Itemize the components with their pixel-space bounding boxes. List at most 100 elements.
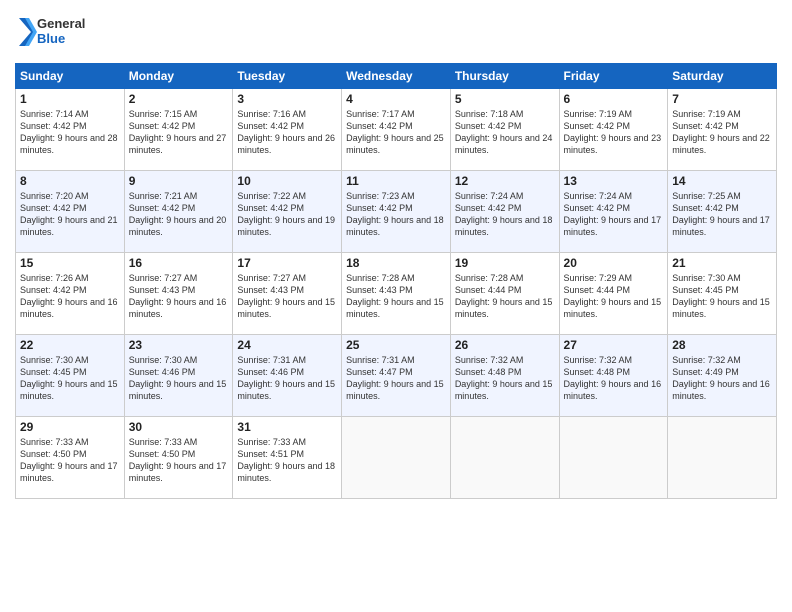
day-number: 24 bbox=[237, 338, 337, 352]
day-info: Sunrise: 7:33 AMSunset: 4:50 PMDaylight:… bbox=[20, 436, 120, 485]
calendar-cell bbox=[450, 417, 559, 499]
calendar-cell: 31 Sunrise: 7:33 AMSunset: 4:51 PMDayligh… bbox=[233, 417, 342, 499]
day-number: 20 bbox=[564, 256, 664, 270]
calendar-cell: 13 Sunrise: 7:24 AMSunset: 4:42 PMDayligh… bbox=[559, 171, 668, 253]
day-info: Sunrise: 7:30 AMSunset: 4:45 PMDaylight:… bbox=[672, 272, 772, 321]
weekday-header: Thursday bbox=[450, 64, 559, 89]
day-number: 16 bbox=[129, 256, 229, 270]
day-info: Sunrise: 7:27 AMSunset: 4:43 PMDaylight:… bbox=[129, 272, 229, 321]
calendar-cell: 23 Sunrise: 7:30 AMSunset: 4:46 PMDayligh… bbox=[124, 335, 233, 417]
day-info: Sunrise: 7:29 AMSunset: 4:44 PMDaylight:… bbox=[564, 272, 664, 321]
day-info: Sunrise: 7:26 AMSunset: 4:42 PMDaylight:… bbox=[20, 272, 120, 321]
day-info: Sunrise: 7:20 AMSunset: 4:42 PMDaylight:… bbox=[20, 190, 120, 239]
calendar-cell: 20 Sunrise: 7:29 AMSunset: 4:44 PMDayligh… bbox=[559, 253, 668, 335]
day-info: Sunrise: 7:19 AMSunset: 4:42 PMDaylight:… bbox=[564, 108, 664, 157]
day-number: 31 bbox=[237, 420, 337, 434]
day-info: Sunrise: 7:31 AMSunset: 4:47 PMDaylight:… bbox=[346, 354, 446, 403]
calendar-cell: 9Sunrise: 7:21 AMSunset: 4:42 PMDaylight… bbox=[124, 171, 233, 253]
day-info: Sunrise: 7:15 AMSunset: 4:42 PMDaylight:… bbox=[129, 108, 229, 157]
day-info: Sunrise: 7:28 AMSunset: 4:43 PMDaylight:… bbox=[346, 272, 446, 321]
day-number: 3 bbox=[237, 92, 337, 106]
day-number: 9 bbox=[129, 174, 229, 188]
day-number: 2 bbox=[129, 92, 229, 106]
calendar-cell: 19 Sunrise: 7:28 AMSunset: 4:44 PMDayligh… bbox=[450, 253, 559, 335]
day-number: 28 bbox=[672, 338, 772, 352]
day-number: 11 bbox=[346, 174, 446, 188]
day-info: Sunrise: 7:25 AMSunset: 4:42 PMDaylight:… bbox=[672, 190, 772, 239]
calendar-cell: 25 Sunrise: 7:31 AMSunset: 4:47 PMDayligh… bbox=[342, 335, 451, 417]
day-number: 17 bbox=[237, 256, 337, 270]
logo: General Blue bbox=[15, 10, 95, 55]
day-number: 15 bbox=[20, 256, 120, 270]
day-number: 8 bbox=[20, 174, 120, 188]
day-info: Sunrise: 7:24 AMSunset: 4:42 PMDaylight:… bbox=[564, 190, 664, 239]
weekday-header: Friday bbox=[559, 64, 668, 89]
weekday-header: Sunday bbox=[16, 64, 125, 89]
day-number: 1 bbox=[20, 92, 120, 106]
calendar-cell: 17 Sunrise: 7:27 AMSunset: 4:43 PMDayligh… bbox=[233, 253, 342, 335]
calendar-week-row: 1 Sunrise: 7:14 AMSunset: 4:42 PMDaylight… bbox=[16, 89, 777, 171]
day-info: Sunrise: 7:33 AMSunset: 4:51 PMDaylight:… bbox=[237, 436, 337, 485]
calendar-cell: 27Sunrise: 7:32 AMSunset: 4:48 PMDayligh… bbox=[559, 335, 668, 417]
calendar-cell: 1 Sunrise: 7:14 AMSunset: 4:42 PMDaylight… bbox=[16, 89, 125, 171]
calendar-cell: 18 Sunrise: 7:28 AMSunset: 4:43 PMDayligh… bbox=[342, 253, 451, 335]
calendar-cell: 12 Sunrise: 7:24 AMSunset: 4:42 PMDayligh… bbox=[450, 171, 559, 253]
day-number: 23 bbox=[129, 338, 229, 352]
calendar-week-row: 29 Sunrise: 7:33 AMSunset: 4:50 PMDayligh… bbox=[16, 417, 777, 499]
weekday-header-row: SundayMondayTuesdayWednesdayThursdayFrid… bbox=[16, 64, 777, 89]
weekday-header: Wednesday bbox=[342, 64, 451, 89]
weekday-header: Tuesday bbox=[233, 64, 342, 89]
day-info: Sunrise: 7:24 AMSunset: 4:42 PMDaylight:… bbox=[455, 190, 555, 239]
day-number: 25 bbox=[346, 338, 446, 352]
day-number: 6 bbox=[564, 92, 664, 106]
calendar-cell: 21 Sunrise: 7:30 AMSunset: 4:45 PMDayligh… bbox=[668, 253, 777, 335]
day-number: 21 bbox=[672, 256, 772, 270]
calendar-cell bbox=[559, 417, 668, 499]
day-info: Sunrise: 7:14 AMSunset: 4:42 PMDaylight:… bbox=[20, 108, 120, 157]
day-number: 26 bbox=[455, 338, 555, 352]
svg-text:General: General bbox=[37, 16, 85, 31]
day-info: Sunrise: 7:28 AMSunset: 4:44 PMDaylight:… bbox=[455, 272, 555, 321]
day-number: 12 bbox=[455, 174, 555, 188]
day-number: 10 bbox=[237, 174, 337, 188]
day-info: Sunrise: 7:30 AMSunset: 4:45 PMDaylight:… bbox=[20, 354, 120, 403]
day-number: 13 bbox=[564, 174, 664, 188]
calendar-week-row: 8 Sunrise: 7:20 AMSunset: 4:42 PMDaylight… bbox=[16, 171, 777, 253]
day-info: Sunrise: 7:32 AMSunset: 4:48 PMDaylight:… bbox=[455, 354, 555, 403]
calendar-table: SundayMondayTuesdayWednesdayThursdayFrid… bbox=[15, 63, 777, 499]
day-info: Sunrise: 7:23 AMSunset: 4:42 PMDaylight:… bbox=[346, 190, 446, 239]
calendar-cell: 10Sunrise: 7:22 AMSunset: 4:42 PMDayligh… bbox=[233, 171, 342, 253]
calendar-cell: 14Sunrise: 7:25 AMSunset: 4:42 PMDayligh… bbox=[668, 171, 777, 253]
day-info: Sunrise: 7:33 AMSunset: 4:50 PMDaylight:… bbox=[129, 436, 229, 485]
day-info: Sunrise: 7:27 AMSunset: 4:43 PMDaylight:… bbox=[237, 272, 337, 321]
header: General Blue bbox=[15, 10, 777, 55]
calendar-cell: 28Sunrise: 7:32 AMSunset: 4:49 PMDayligh… bbox=[668, 335, 777, 417]
calendar-cell: 22Sunrise: 7:30 AMSunset: 4:45 PMDayligh… bbox=[16, 335, 125, 417]
day-number: 4 bbox=[346, 92, 446, 106]
svg-text:Blue: Blue bbox=[37, 31, 65, 46]
calendar-cell: 4Sunrise: 7:17 AMSunset: 4:42 PMDaylight… bbox=[342, 89, 451, 171]
calendar-cell: 3 Sunrise: 7:16 AMSunset: 4:42 PMDaylight… bbox=[233, 89, 342, 171]
day-number: 29 bbox=[20, 420, 120, 434]
day-info: Sunrise: 7:31 AMSunset: 4:46 PMDaylight:… bbox=[237, 354, 337, 403]
calendar-cell: 26 Sunrise: 7:32 AMSunset: 4:48 PMDayligh… bbox=[450, 335, 559, 417]
logo-svg: General Blue bbox=[15, 10, 95, 55]
day-number: 30 bbox=[129, 420, 229, 434]
day-number: 7 bbox=[672, 92, 772, 106]
calendar-week-row: 15 Sunrise: 7:26 AMSunset: 4:42 PMDayligh… bbox=[16, 253, 777, 335]
calendar-cell: 16 Sunrise: 7:27 AMSunset: 4:43 PMDayligh… bbox=[124, 253, 233, 335]
weekday-header: Saturday bbox=[668, 64, 777, 89]
calendar-cell: 2 Sunrise: 7:15 AMSunset: 4:42 PMDaylight… bbox=[124, 89, 233, 171]
day-number: 19 bbox=[455, 256, 555, 270]
day-info: Sunrise: 7:16 AMSunset: 4:42 PMDaylight:… bbox=[237, 108, 337, 157]
calendar-cell: 11 Sunrise: 7:23 AMSunset: 4:42 PMDayligh… bbox=[342, 171, 451, 253]
calendar-cell: 6 Sunrise: 7:19 AMSunset: 4:42 PMDaylight… bbox=[559, 89, 668, 171]
day-info: Sunrise: 7:18 AMSunset: 4:42 PMDaylight:… bbox=[455, 108, 555, 157]
calendar-cell: 30 Sunrise: 7:33 AMSunset: 4:50 PMDayligh… bbox=[124, 417, 233, 499]
weekday-header: Monday bbox=[124, 64, 233, 89]
day-info: Sunrise: 7:30 AMSunset: 4:46 PMDaylight:… bbox=[129, 354, 229, 403]
page: General Blue SundayMondayTuesdayWednesda… bbox=[0, 0, 792, 612]
day-number: 18 bbox=[346, 256, 446, 270]
calendar-cell: 7Sunrise: 7:19 AMSunset: 4:42 PMDaylight… bbox=[668, 89, 777, 171]
day-number: 27 bbox=[564, 338, 664, 352]
